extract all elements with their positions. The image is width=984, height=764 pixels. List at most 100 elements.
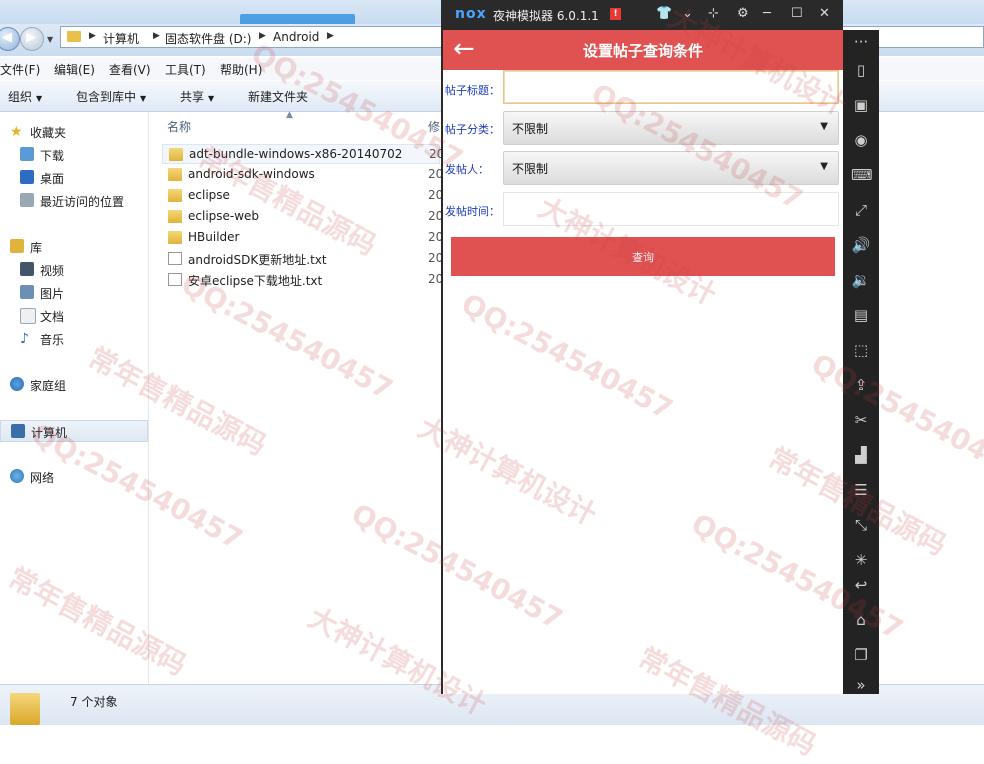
close-icon[interactable]: ✕ — [819, 6, 830, 21]
more-icon[interactable]: ··· — [851, 32, 871, 52]
poster-value: 不限制 — [512, 162, 549, 176]
query-button[interactable]: 查询 — [451, 237, 835, 276]
expand-icon[interactable]: » — [851, 675, 871, 695]
nav-label: 计算机 — [31, 426, 68, 440]
forward-arrow-icon: ▶ — [26, 30, 36, 45]
dropdown-arrow-icon: ▼ — [820, 121, 828, 132]
loading-icon[interactable]: ✳ — [851, 550, 871, 570]
update-badge[interactable]: ! — [610, 8, 621, 20]
file-row[interactable]: eclipse-web 20 — [162, 207, 443, 227]
breadcrumb-drive[interactable]: 固态软件盘 (D:) — [165, 30, 251, 47]
breadcrumb-android[interactable]: Android — [273, 30, 319, 44]
forward-button[interactable]: ▶ — [20, 27, 44, 51]
maximize-icon[interactable]: ☐ — [791, 6, 803, 21]
nav-desktop[interactable]: 桌面 — [0, 167, 148, 189]
column-header: ▲ 名称 修 — [150, 110, 450, 138]
caret-down-icon: ▼ — [140, 94, 147, 103]
title-input[interactable] — [503, 70, 839, 104]
screenshot-icon[interactable]: ▤ — [851, 305, 871, 325]
menu-tools[interactable]: 工具(T) — [165, 61, 206, 78]
nav-label: 家庭组 — [30, 379, 67, 393]
music-icon: ♪ — [20, 331, 29, 347]
share-button[interactable]: 共享 ▼ — [180, 88, 214, 105]
caret-down-icon: ▼ — [208, 94, 215, 103]
android-back-icon[interactable]: ↩ — [851, 575, 871, 595]
network-icon — [10, 469, 24, 483]
include-library-button[interactable]: 包含到库中 ▼ — [76, 88, 146, 105]
nav-pictures[interactable]: 图片 — [0, 282, 148, 304]
file-name: 安卓eclipse下载地址.txt — [188, 274, 323, 288]
menu-file[interactable]: 文件(F) — [0, 61, 40, 78]
menu-edit[interactable]: 编辑(E) — [54, 61, 95, 78]
chevron-right-icon: ▶ — [153, 31, 160, 41]
poster-select[interactable]: 不限制 ▼ — [503, 151, 839, 185]
emulator-screen: ← 设置帖子查询条件 帖子标题： 帖子分类： 不限制 ▼ 发帖人： 不限制 ▼ … — [441, 30, 843, 694]
volume-up-icon[interactable]: 🔊 — [851, 235, 871, 255]
category-select[interactable]: 不限制 ▼ — [503, 111, 839, 145]
nav-label: 最近访问的位置 — [40, 195, 125, 209]
nav-homegroup[interactable]: 家庭组 — [0, 374, 148, 396]
back-arrow-icon: ◀ — [2, 30, 12, 45]
nox-titlebar[interactable]: nox 夜神模拟器 6.0.1.1 ! 👕 ⌄ ⊹ ⚙ ─ ☐ ✕ — [441, 0, 843, 30]
apk-install-icon[interactable]: ⇪ — [851, 375, 871, 395]
scissors-icon[interactable]: ✂ — [851, 410, 871, 430]
file-row[interactable]: 安卓eclipse下载地址.txt 20 — [162, 270, 443, 290]
recent-apps-icon[interactable]: ❐ — [851, 645, 871, 665]
file-row[interactable]: HBuilder 20 — [162, 228, 443, 248]
multi-instance-icon[interactable]: ▟ — [851, 445, 871, 465]
nav-label: 视频 — [40, 264, 65, 278]
file-row[interactable]: androidSDK更新地址.txt 20 — [162, 249, 443, 269]
chevron-down-icon[interactable]: ⌄ — [682, 6, 693, 21]
menu-view[interactable]: 查看(V) — [109, 61, 151, 78]
keyboard-icon[interactable]: ⌨ — [851, 165, 873, 185]
menu-lines-icon[interactable]: ☰ — [851, 480, 871, 500]
fullscreen-icon[interactable]: ⤢ — [851, 200, 871, 220]
nox-sidebar: ··· ▯ ▣ ◉ ⌨ ⤢ 🔊 🔉 ▤ ⬚ ⇪ ✂ ▟ ☰ ⤡ ✳ ↩ ⌂ ❐ … — [843, 30, 879, 694]
menu-help[interactable]: 帮助(H) — [220, 61, 262, 78]
nav-libraries[interactable]: 库 — [0, 236, 148, 258]
chevron-right-icon: ▶ — [327, 31, 334, 41]
history-dropdown-icon[interactable]: ▼ — [47, 35, 53, 44]
organize-button[interactable]: 组织 ▼ — [8, 88, 42, 105]
text-file-icon — [168, 273, 182, 286]
nav-music[interactable]: ♪ 音乐 — [0, 328, 148, 350]
location-icon[interactable]: ◉ — [851, 130, 871, 150]
file-name: android-sdk-windows — [188, 167, 315, 181]
gear-icon[interactable]: ⚙ — [737, 6, 749, 21]
nav-downloads[interactable]: 下载 — [0, 144, 148, 166]
poster-label: 发帖人： — [445, 163, 489, 176]
nav-computer[interactable]: 计算机 — [0, 420, 148, 442]
nav-label: 库 — [30, 241, 43, 255]
recent-places-icon — [20, 193, 34, 207]
nav-label: 下载 — [40, 149, 65, 163]
nav-label: 文档 — [40, 310, 65, 324]
nav-network[interactable]: 网络 — [0, 466, 148, 488]
nav-label: 收藏夹 — [30, 126, 67, 140]
nav-favorites[interactable]: ★ 收藏夹 — [0, 121, 148, 143]
nav-recent[interactable]: 最近访问的位置 — [0, 190, 148, 212]
volume-down-icon[interactable]: 🔉 — [851, 270, 871, 290]
new-folder-button[interactable]: 新建文件夹 — [248, 88, 308, 105]
file-row[interactable]: android-sdk-windows 20 — [162, 165, 443, 185]
chevron-right-icon: ▶ — [259, 31, 266, 41]
time-input[interactable] — [503, 192, 839, 226]
file-name: HBuilder — [188, 230, 240, 244]
column-name[interactable]: 名称 — [167, 118, 191, 135]
pin-icon[interactable]: ⊹ — [708, 6, 719, 21]
file-row[interactable]: adt-bundle-windows-x86-20140702 20 — [162, 144, 444, 164]
shirt-icon[interactable]: 👕 — [656, 6, 672, 21]
shake-icon[interactable]: ▯ — [851, 60, 871, 80]
breadcrumb-computer[interactable]: 计算机 — [103, 30, 139, 47]
file-row[interactable]: eclipse 20 — [162, 186, 443, 206]
robot-icon[interactable]: ▣ — [851, 95, 871, 115]
chevron-right-icon: ▶ — [89, 31, 96, 41]
nav-videos[interactable]: 视频 — [0, 259, 148, 281]
nav-documents[interactable]: 文档 — [0, 305, 148, 327]
home-icon[interactable]: ⌂ — [851, 610, 871, 630]
macro-icon[interactable]: ⬚ — [851, 340, 871, 360]
homegroup-icon — [10, 377, 24, 391]
picture-icon — [20, 285, 34, 299]
minimize-icon[interactable]: ─ — [763, 6, 771, 21]
column-modified[interactable]: 修 — [428, 118, 440, 135]
zoom-icon[interactable]: ⤡ — [851, 515, 871, 535]
